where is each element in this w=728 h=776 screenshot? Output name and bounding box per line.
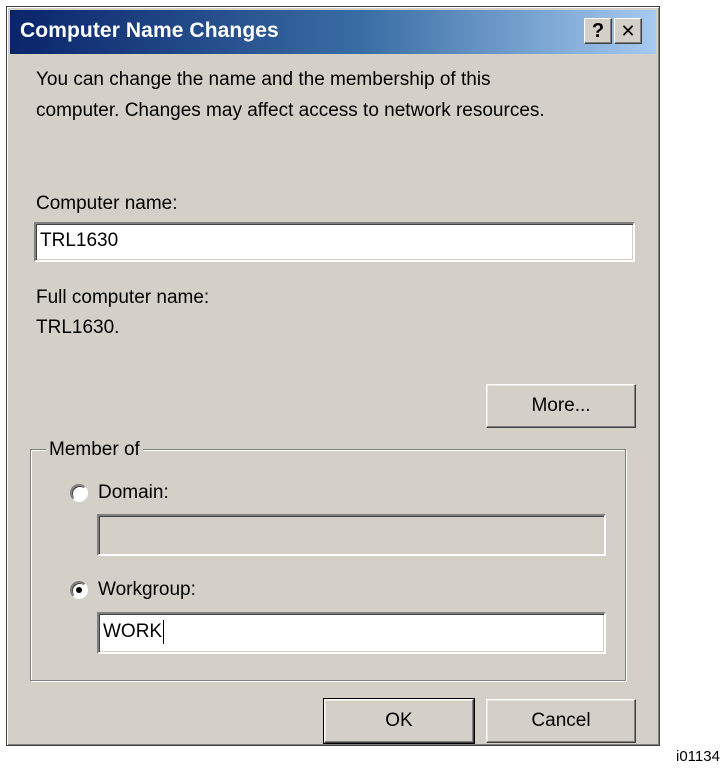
domain-radio[interactable] bbox=[70, 484, 88, 502]
description-line-1: You can change the name and the membersh… bbox=[36, 69, 491, 90]
domain-label[interactable]: Domain: bbox=[98, 481, 169, 505]
close-icon[interactable]: ✕ bbox=[614, 18, 642, 44]
full-computer-name-value: TRL1630. bbox=[36, 317, 120, 338]
domain-input[interactable] bbox=[97, 514, 606, 556]
text-caret bbox=[163, 619, 165, 644]
more-button[interactable]: More... bbox=[486, 384, 636, 428]
computer-name-input[interactable]: TRL1630 bbox=[34, 222, 635, 262]
description-line-2: computer. Changes may affect access to n… bbox=[36, 100, 545, 121]
figure-id: i01134 bbox=[676, 748, 720, 765]
window-title: Computer Name Changes bbox=[20, 19, 279, 42]
title-bar[interactable]: Computer Name Changes ? ✕ bbox=[10, 10, 656, 54]
computer-name-label: Computer name: bbox=[36, 193, 178, 214]
workgroup-radio[interactable] bbox=[70, 581, 88, 599]
help-icon[interactable]: ? bbox=[584, 18, 612, 44]
workgroup-value: WORK bbox=[103, 621, 163, 642]
cancel-button[interactable]: Cancel bbox=[486, 699, 636, 743]
ok-button[interactable]: OK bbox=[323, 698, 475, 744]
full-computer-name-label: Full computer name: bbox=[36, 287, 210, 308]
member-of-legend: Member of bbox=[46, 439, 143, 461]
workgroup-label[interactable]: Workgroup: bbox=[98, 578, 196, 602]
radio-selected-dot bbox=[76, 587, 82, 593]
workgroup-input[interactable]: WORK bbox=[97, 612, 606, 654]
